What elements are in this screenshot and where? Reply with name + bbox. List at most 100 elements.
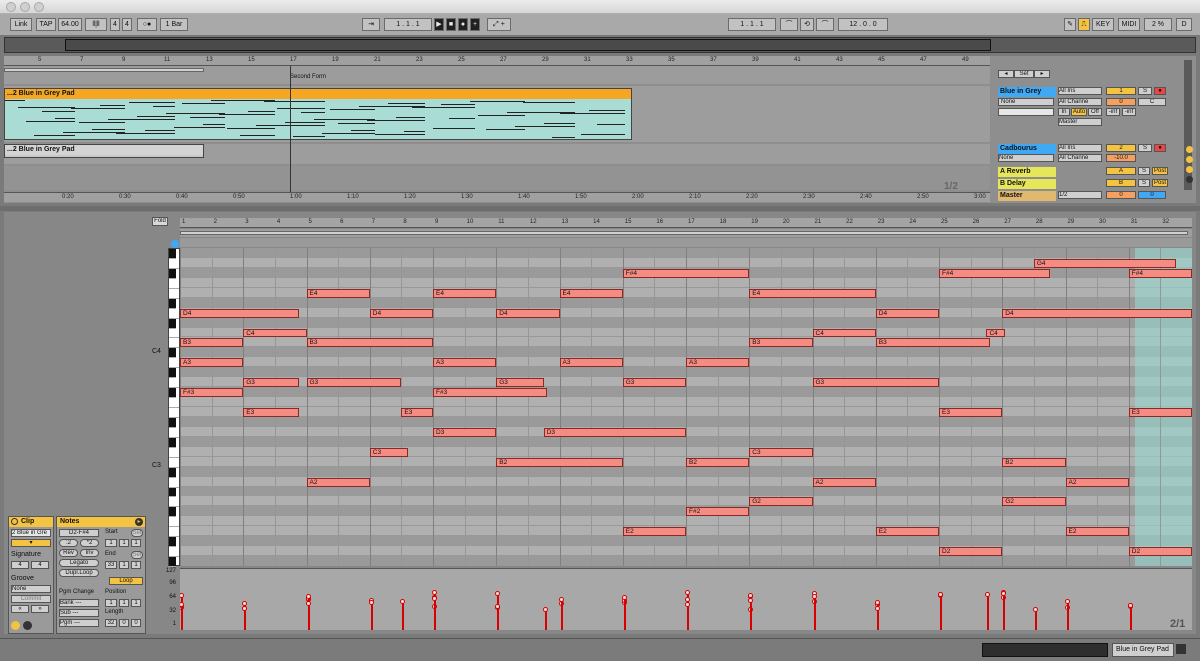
velocity-stem[interactable] (987, 595, 990, 630)
loop-start-field[interactable]: 1 . 1 . 1 (728, 18, 776, 31)
midi-note[interactable]: B3 (749, 338, 813, 348)
midi-note[interactable]: E4 (559, 288, 623, 298)
clip-panel-toggle-icon[interactable] (11, 621, 20, 630)
midi-note[interactable]: G3 (243, 378, 299, 388)
note-grid[interactable]: G4 F#4 F#4 F#4 E4 E4 E4 E4 D4 D4 D4 D4 D4 C4 C4 C4 B3 B3 B… (180, 248, 1192, 566)
velocity-stem[interactable] (813, 597, 816, 630)
minimize-window-button[interactable] (20, 2, 30, 12)
invert-button[interactable]: Inv (80, 549, 99, 557)
loop-brace[interactable] (4, 68, 204, 72)
velocity-handle[interactable] (305, 601, 311, 606)
nudge-forward-icon[interactable]: » (31, 605, 49, 613)
velocity-stem[interactable] (750, 601, 753, 630)
track-2-input[interactable]: All Ins (1058, 144, 1102, 152)
piano-key[interactable] (169, 358, 179, 369)
length-bar[interactable]: 32 (105, 619, 117, 627)
midi-note[interactable]: D4 (875, 308, 939, 318)
velocity-handle[interactable] (621, 595, 627, 600)
midi-note[interactable]: G2 (1002, 497, 1066, 507)
velocity-handle[interactable] (938, 592, 943, 597)
end-set-button[interactable]: Set (131, 551, 143, 559)
piano-key[interactable] (169, 467, 176, 478)
track-1-pan[interactable]: C (1138, 98, 1166, 106)
track-2-volume[interactable]: -10.0 (1106, 154, 1136, 162)
overview-viewport[interactable] (65, 39, 991, 51)
midi-note[interactable]: C4 (986, 328, 1006, 338)
midi-note[interactable]: E2 (622, 527, 686, 537)
midi-note[interactable]: A2 (812, 477, 876, 487)
velocity-handle[interactable] (368, 600, 374, 605)
velocity-handle[interactable] (1032, 607, 1038, 612)
track-2-title[interactable]: Cadbourus (998, 144, 1056, 154)
midi-note[interactable]: D4 (496, 308, 560, 318)
start-beat[interactable]: 1 (119, 539, 129, 547)
duplicate-loop-button[interactable]: Dupl.Loop (59, 569, 99, 577)
velocity-handle[interactable] (432, 596, 437, 601)
midi-map-button[interactable]: MIDI (1118, 18, 1140, 31)
track-1-device-slot[interactable] (998, 108, 1054, 116)
midi-note[interactable]: C4 (243, 328, 307, 338)
piano-key[interactable] (169, 437, 176, 448)
signature-numerator[interactable]: 4 (110, 18, 120, 31)
return-a-post[interactable]: Post (1152, 167, 1168, 175)
midi-note[interactable]: G3 (496, 378, 544, 388)
velocity-stem[interactable] (687, 605, 689, 630)
midi-note[interactable]: E2 (875, 527, 939, 537)
piano-key[interactable] (169, 258, 179, 269)
clip-name-field[interactable]: 2 Blue in Gre (11, 529, 51, 537)
arrangement-position[interactable]: 1 . 1 . 1 (384, 18, 432, 31)
piano-key[interactable] (169, 417, 176, 428)
track-1-output[interactable]: Master (1058, 118, 1102, 126)
set-locator-button[interactable]: Set (1014, 70, 1034, 78)
return-b-title[interactable]: B Delay (998, 179, 1056, 189)
return-a-title[interactable]: A Reverb (998, 167, 1056, 177)
piano-key[interactable] (169, 348, 176, 359)
velocity-stem[interactable] (1066, 602, 1069, 630)
midi-note[interactable]: A3 (433, 358, 497, 368)
quantization-select[interactable]: 1 Bar (160, 18, 188, 31)
velocity-stem[interactable] (181, 605, 183, 630)
velocity-handle[interactable] (1127, 603, 1133, 608)
returns-toggle-icon[interactable] (1186, 166, 1193, 173)
overdub-button[interactable]: + (470, 18, 480, 31)
midi-note[interactable]: E3 (401, 408, 433, 417)
reverse-button[interactable]: Rev (59, 549, 78, 557)
record-button[interactable]: ● (458, 18, 468, 31)
piano-key[interactable] (169, 427, 179, 438)
midi-note[interactable]: B3 (180, 338, 244, 348)
track-1-input[interactable]: All Ins (1058, 87, 1102, 95)
nudge-back-icon[interactable]: « (11, 605, 29, 613)
velocity-stem[interactable] (244, 609, 247, 630)
velocity-handle[interactable] (558, 597, 564, 602)
midi-note[interactable]: A3 (559, 358, 623, 368)
punch-in-icon[interactable]: ⌒ (780, 18, 798, 31)
piano-key[interactable] (169, 487, 176, 498)
computer-midi-keyboard-icon[interactable]: ⎍ (1078, 18, 1090, 31)
velocity-handle[interactable] (985, 592, 991, 597)
half-length-button[interactable]: :2 (59, 539, 78, 547)
track-lane-2[interactable]: ...2 Blue in Grey Pad (4, 144, 990, 164)
return-a-activator[interactable]: A (1106, 167, 1136, 175)
start-sixteenth[interactable]: 1 (131, 539, 141, 547)
midi-note[interactable]: D4 (180, 308, 299, 318)
velocity-stem[interactable] (560, 600, 563, 630)
midi-note[interactable]: E3 (1128, 408, 1192, 417)
velocity-handle[interactable] (748, 598, 754, 603)
loop-length-field[interactable]: 12 . 0 . 0 (838, 18, 888, 31)
velocity-stem[interactable] (1034, 610, 1037, 630)
midi-note[interactable]: A3 (180, 358, 244, 368)
preview-icon[interactable] (171, 240, 179, 248)
track-1-volume[interactable]: 0 (1106, 98, 1136, 106)
master-cue-out[interactable]: 1/2 (1058, 191, 1102, 199)
automation-arm-icon[interactable]: ⤢ + (487, 18, 511, 31)
sub-bank-field[interactable]: Sub --- (59, 609, 99, 617)
midi-note[interactable]: F#2 (686, 507, 750, 517)
monitor-off-button[interactable]: Off (1088, 108, 1102, 116)
editor-bar-ruler[interactable]: 1 2 3 4 5 6 7 8 9 10 11 12 13 14 15 16 17 18 19 20 21 22 23 24 2… (180, 218, 1192, 228)
monitor-in-button[interactable]: In (1058, 108, 1070, 116)
midi-note[interactable]: F#4 (1128, 268, 1192, 278)
midi-note[interactable]: C3 (749, 447, 813, 457)
midi-note[interactable]: C4 (812, 328, 876, 338)
position-sixteenth[interactable]: 1 (131, 599, 141, 607)
set-back-icon[interactable]: ◂ (998, 70, 1014, 78)
